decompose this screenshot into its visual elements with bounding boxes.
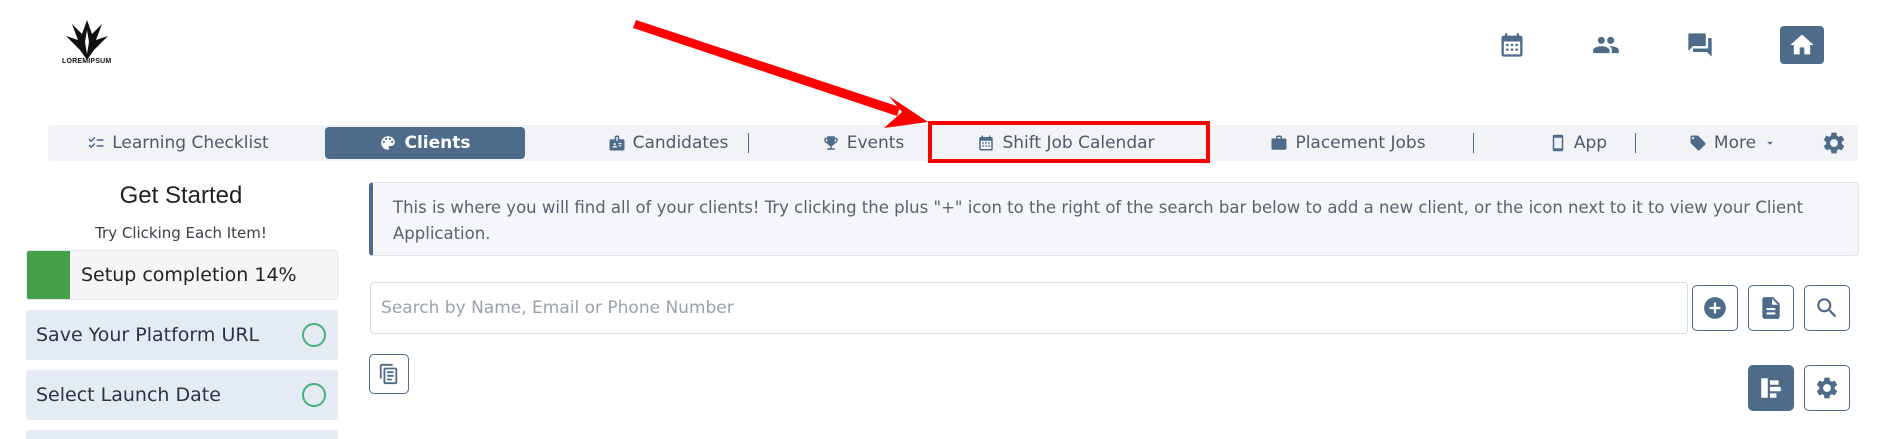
gear-icon xyxy=(1816,377,1838,399)
home-icon xyxy=(1790,34,1814,55)
chat-icon[interactable] xyxy=(1678,26,1722,64)
tab-label: Events xyxy=(846,133,905,153)
progress-fill xyxy=(27,251,71,299)
tab-label: Placement Jobs xyxy=(1295,133,1426,153)
step-label: Save Your Platform URL xyxy=(36,324,260,346)
incomplete-circle-icon xyxy=(302,383,326,407)
brand-logo-text: LOREMIPSUM xyxy=(62,58,112,65)
document-icon xyxy=(1762,297,1780,319)
setup-progress[interactable]: Setup completion 14% xyxy=(26,250,338,300)
tab-events[interactable]: Events xyxy=(778,127,948,159)
tab-label: Learning Checklist xyxy=(112,133,269,153)
step-label: Select Launch Date xyxy=(36,384,221,406)
progress-label: Setup completion 14% xyxy=(81,264,297,286)
search-input[interactable] xyxy=(370,282,1688,334)
client-application-button[interactable] xyxy=(1748,285,1794,331)
palette-icon xyxy=(381,136,396,150)
settings-gear-button[interactable] xyxy=(1816,127,1852,159)
home-button[interactable] xyxy=(1780,26,1824,64)
tab-more[interactable]: More xyxy=(1668,127,1798,159)
gear-icon xyxy=(1823,132,1845,154)
top-nav xyxy=(1490,26,1870,66)
tab-learning-checklist[interactable]: Learning Checklist xyxy=(78,127,278,159)
incomplete-circle-icon xyxy=(302,323,326,347)
step-select-launch-date[interactable]: Select Launch Date xyxy=(26,370,338,420)
checklist-icon xyxy=(88,136,104,149)
caret-down-icon xyxy=(1767,141,1773,145)
tab-label: Clients xyxy=(404,133,471,153)
mobile-icon xyxy=(1552,134,1564,152)
briefcase-icon xyxy=(1271,135,1287,150)
copy-icon xyxy=(379,363,398,385)
id-badge-icon xyxy=(609,135,625,151)
tab-label: More xyxy=(1713,133,1757,153)
get-started-title: Get Started xyxy=(119,182,243,209)
trophy-icon xyxy=(823,136,838,150)
get-started-subtitle: Try Clicking Each Item! xyxy=(95,224,267,242)
highlight-box xyxy=(928,121,1210,163)
brand-logo xyxy=(66,20,108,60)
tab-separator xyxy=(1473,133,1474,153)
tab-separator xyxy=(748,133,749,153)
tab-label: App xyxy=(1573,133,1608,153)
tab-label: Candidates xyxy=(632,133,729,153)
step-partial[interactable] xyxy=(26,430,338,439)
step-save-platform-url[interactable]: Save Your Platform URL xyxy=(26,310,338,360)
plus-circle-icon xyxy=(1704,297,1726,319)
tab-clients[interactable]: Clients xyxy=(325,127,525,159)
tab-candidates[interactable]: Candidates xyxy=(568,127,768,159)
tab-app[interactable]: App xyxy=(1518,127,1638,159)
table-settings-button[interactable] xyxy=(1804,365,1850,411)
layout-icon xyxy=(1761,378,1781,398)
tab-separator xyxy=(1635,133,1636,153)
copy-button[interactable] xyxy=(369,354,409,394)
search-icon xyxy=(1817,298,1837,318)
tag-icon xyxy=(1690,135,1706,151)
add-client-button[interactable] xyxy=(1692,285,1738,331)
tab-placement-jobs[interactable]: Placement Jobs xyxy=(1233,127,1463,159)
calendar-icon[interactable] xyxy=(1490,26,1534,64)
people-icon[interactable] xyxy=(1584,26,1628,64)
info-message: This is where you will find all of your … xyxy=(369,182,1859,256)
search-button[interactable] xyxy=(1804,285,1850,331)
layout-toggle-button[interactable] xyxy=(1748,365,1794,411)
